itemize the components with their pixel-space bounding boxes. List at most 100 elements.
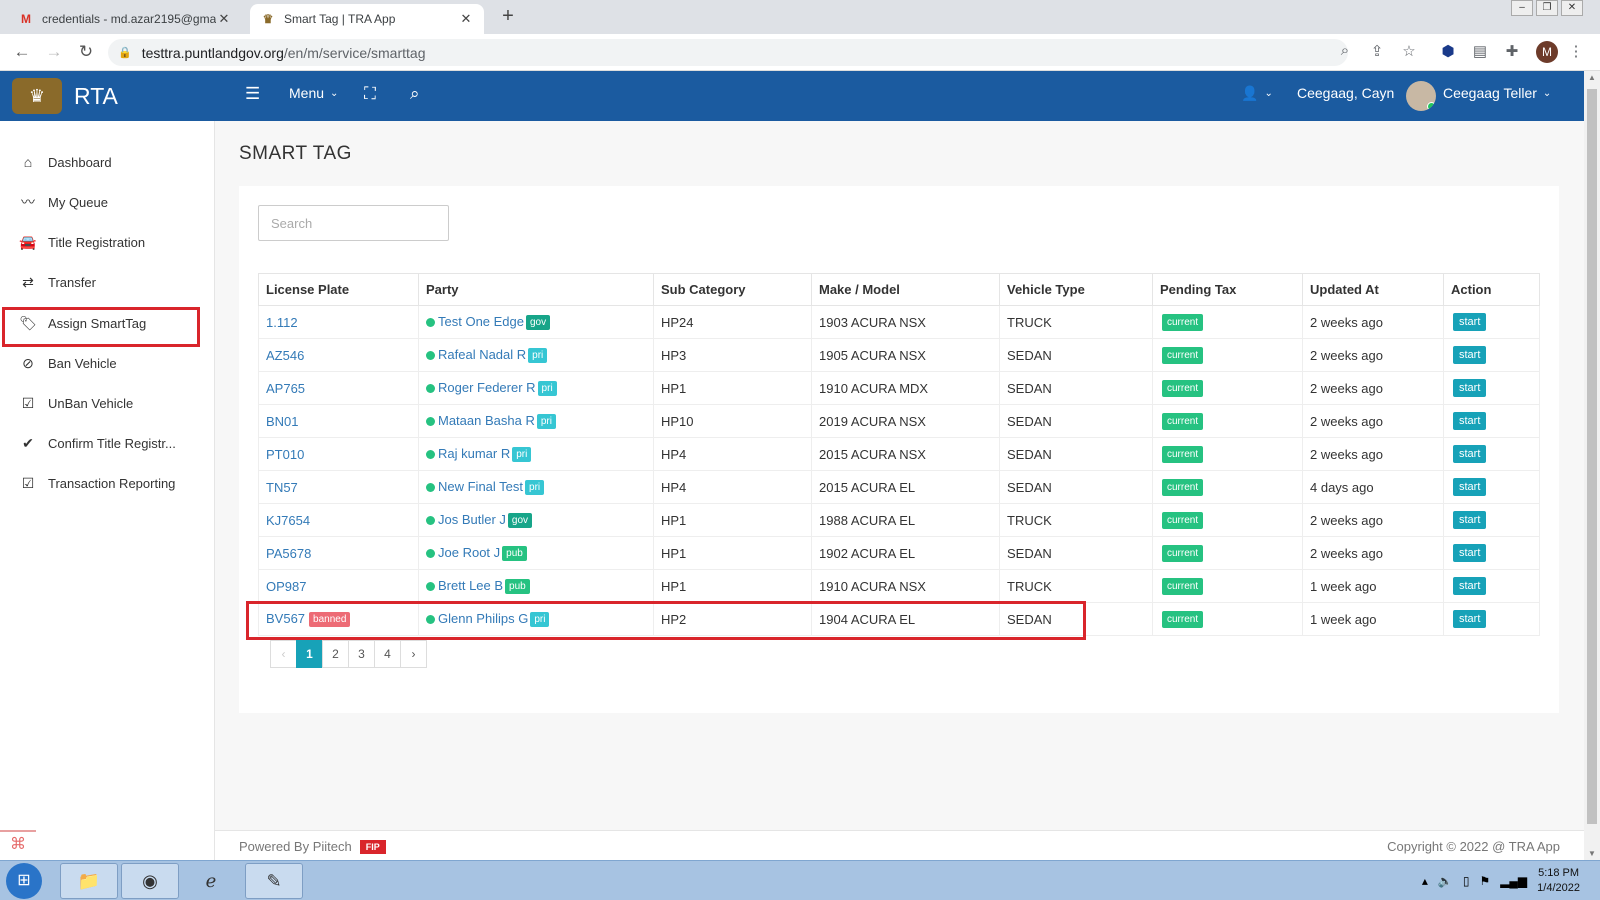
zoom-icon[interactable]: ⌕: [1335, 42, 1355, 59]
account-dropdown[interactable]: Ceegaag Teller ⌄: [1443, 85, 1551, 101]
party-link[interactable]: Test One Edge: [438, 314, 524, 329]
scroll-thumb[interactable]: [1587, 89, 1597, 824]
search-icon[interactable]: ⌕: [410, 84, 420, 104]
sidebar-item-title-registration[interactable]: 🚘 Title Registration: [0, 223, 215, 261]
system-clock[interactable]: 5:18 PM 1/4/2022: [1537, 866, 1580, 896]
extensions-puzzle-icon[interactable]: ✚: [1502, 42, 1522, 60]
browser-tab-smarttag[interactable]: ♛ Smart Tag | TRA App ✕: [250, 4, 484, 34]
sidebar-item-transaction-reporting[interactable]: ☑ Transaction Reporting: [0, 464, 215, 502]
sidebar-item-dashboard[interactable]: ⌂ Dashboard: [0, 143, 215, 181]
start-button[interactable]: start: [1453, 313, 1487, 331]
action-cell: start: [1443, 404, 1540, 438]
pending-tax-cell: current: [1152, 503, 1303, 537]
extension-shield-icon[interactable]: ⬢: [1438, 42, 1458, 60]
browser-menu-icon[interactable]: ⋮: [1566, 42, 1586, 60]
action-cell: start: [1443, 305, 1540, 339]
forward-icon[interactable]: →: [44, 42, 64, 62]
start-button[interactable]: start: [1453, 577, 1487, 595]
party-link[interactable]: Brett Lee B: [438, 578, 503, 593]
scroll-up-icon[interactable]: ▲: [1584, 73, 1600, 82]
sidebar-item-confirm-title[interactable]: ✔ Confirm Title Registr...: [0, 424, 215, 462]
edge-icon[interactable]: ℯ: [182, 863, 240, 899]
table-header-row: License Plate Party Sub Category Make / …: [258, 273, 1540, 306]
new-tab-button[interactable]: +: [498, 5, 518, 28]
restore-icon[interactable]: ❐: [1536, 0, 1558, 16]
license-plate-link[interactable]: TN57: [266, 480, 298, 495]
license-plate-link[interactable]: AP765: [266, 381, 305, 396]
party-link[interactable]: Rafeal Nadal R: [438, 347, 526, 362]
sidebar-item-label: Confirm Title Registr...: [48, 435, 176, 451]
license-plate-link[interactable]: AZ546: [266, 348, 304, 363]
start-button[interactable]: start: [1453, 610, 1487, 628]
license-plate-link[interactable]: KJ7654: [266, 513, 310, 528]
start-button[interactable]: start: [1453, 346, 1487, 364]
menu-dropdown[interactable]: Menu ⌄: [289, 85, 338, 101]
profile-avatar[interactable]: M: [1536, 41, 1558, 63]
window-close-icon[interactable]: ✕: [1561, 0, 1583, 16]
pagination-page-3[interactable]: 3: [348, 640, 375, 668]
chevron-down-icon: ⌄: [330, 87, 339, 99]
network-error-icon[interactable]: ⚑: [1479, 874, 1490, 888]
license-plate-link[interactable]: BN01: [266, 414, 299, 429]
battery-icon[interactable]: ▯: [1463, 874, 1470, 888]
start-button[interactable]: start: [1453, 511, 1487, 529]
notepad-icon[interactable]: ✎: [245, 863, 303, 899]
app-header: ♛ RTA ☰ Menu ⌄ ⛶ ⌕ 👤 ⌄ Ceegaag, Cayn Cee…: [0, 71, 1584, 121]
start-button[interactable]: start: [1453, 412, 1487, 430]
sidebar-item-transfer[interactable]: ⇄ Transfer: [0, 263, 215, 301]
party-link[interactable]: Raj kumar R: [438, 446, 510, 461]
license-plate-link[interactable]: PT010: [266, 447, 304, 462]
license-plate-link[interactable]: OP987: [266, 579, 306, 594]
fullscreen-icon[interactable]: ⛶: [364, 84, 376, 104]
url-field[interactable]: 🔒 testtra.puntlandgov.org/en/m/service/s…: [108, 39, 1348, 66]
minimize-icon[interactable]: –: [1511, 0, 1533, 16]
user-avatar[interactable]: [1406, 81, 1436, 111]
file-explorer-icon[interactable]: 📁: [60, 863, 118, 899]
sidebar-item-my-queue[interactable]: 〰 My Queue: [0, 183, 215, 221]
hamburger-icon[interactable]: ☰: [245, 84, 260, 104]
share-icon[interactable]: ⇪: [1367, 42, 1387, 60]
windows-start-icon[interactable]: ⊞: [6, 863, 42, 899]
tab-close-icon[interactable]: ✕: [458, 11, 474, 27]
license-plate-link[interactable]: PA5678: [266, 546, 311, 561]
chrome-icon[interactable]: ◉: [121, 863, 179, 899]
start-button[interactable]: start: [1453, 379, 1487, 397]
column-header: Updated At: [1302, 273, 1444, 306]
extension-clipboard-icon[interactable]: ▤: [1470, 42, 1490, 60]
action-cell: start: [1443, 569, 1540, 603]
updated-at-cell: 2 weeks ago: [1302, 371, 1444, 405]
pagination-page-2[interactable]: 2: [322, 640, 349, 668]
reload-icon[interactable]: ↻: [76, 42, 96, 62]
pagination-prev[interactable]: ‹: [270, 640, 297, 668]
page-scrollbar[interactable]: ▲ ▼: [1584, 71, 1600, 860]
bookmark-star-icon[interactable]: ☆: [1399, 42, 1419, 60]
start-button[interactable]: start: [1453, 445, 1487, 463]
pagination-next[interactable]: ›: [400, 640, 427, 668]
license-plate-link[interactable]: 1.112: [266, 315, 298, 330]
start-button[interactable]: start: [1453, 544, 1487, 562]
tax-status-badge: current: [1162, 346, 1204, 364]
browser-tab-strip: M credentials - md.azar2195@gmai ✕ ♛ Sma…: [0, 0, 1600, 34]
user-dropdown[interactable]: 👤 ⌄: [1241, 85, 1273, 102]
pagination-page-1[interactable]: 1: [296, 640, 323, 668]
tab-title: Smart Tag | TRA App: [284, 12, 396, 26]
party-type-badge: gov: [507, 513, 533, 529]
search-input[interactable]: [258, 205, 449, 241]
tray-expand-icon[interactable]: ▴: [1422, 874, 1428, 888]
sidebar-item-unban-vehicle[interactable]: ☑ UnBan Vehicle: [0, 384, 215, 422]
party-link[interactable]: New Final Test: [438, 479, 523, 494]
party-link[interactable]: Joe Root J: [438, 545, 500, 560]
volume-icon[interactable]: 🔈: [1438, 874, 1453, 888]
tab-close-icon[interactable]: ✕: [216, 11, 232, 27]
scroll-down-icon[interactable]: ▼: [1584, 849, 1600, 858]
party-link[interactable]: Jos Butler J: [438, 512, 506, 527]
back-icon[interactable]: ←: [12, 42, 32, 62]
browser-tab-gmail[interactable]: M credentials - md.azar2195@gmai ✕: [8, 4, 242, 34]
party-link[interactable]: Roger Federer R: [438, 380, 536, 395]
party-link[interactable]: Mataan Basha R: [438, 413, 535, 428]
signal-icon[interactable]: ▂▄▆: [1500, 874, 1527, 888]
debugbar-icon[interactable]: ⌘: [0, 830, 36, 860]
start-button[interactable]: start: [1453, 478, 1487, 496]
sidebar-item-ban-vehicle[interactable]: ⊘ Ban Vehicle: [0, 344, 215, 382]
pagination-page-4[interactable]: 4: [374, 640, 401, 668]
